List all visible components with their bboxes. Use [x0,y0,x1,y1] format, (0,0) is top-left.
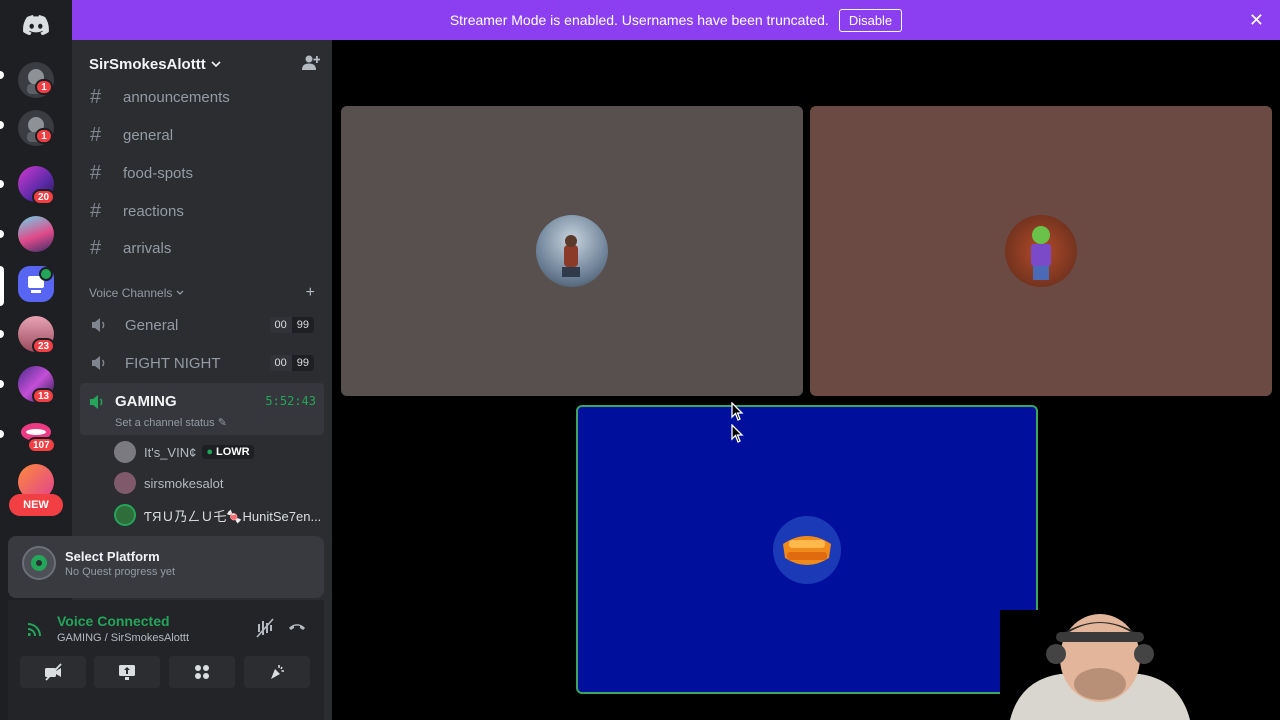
quest-panel[interactable]: Select Platform No Quest progress yet [8,536,324,598]
voice-member[interactable]: sirsmokesalot [114,469,223,497]
avatar [114,441,136,463]
activities-button[interactable] [169,656,235,688]
voice-channel-label: FIGHT NIGHT [125,354,221,372]
disable-streamer-mode-button[interactable]: Disable [838,8,903,32]
unread-dot [0,380,4,388]
disconnect-icon[interactable] [288,620,306,638]
hash-icon: # [90,199,102,222]
discord-home-icon[interactable] [17,6,55,44]
mouse-cursor-icon [731,402,744,421]
hash-icon: # [90,161,102,184]
mention-badge: 23 [32,338,56,354]
voice-channel-gaming[interactable]: GAMING 5:52:43 Set a channel status ✎ [80,383,324,435]
member-tag: ● LOWR [202,445,254,459]
unread-dot [0,430,4,438]
voice-member[interactable]: It's_VIN¢ ● LOWR [114,438,254,466]
new-servers-pill[interactable]: NEW [9,494,63,516]
speaker-icon [88,393,106,416]
unread-dot [0,330,4,338]
channel-announcements[interactable]: # announcements [80,80,324,114]
quest-icon [22,546,56,580]
camera-button[interactable] [20,656,86,688]
hash-icon: # [90,236,102,259]
soundboard-button[interactable] [244,656,310,688]
channel-label: food-spots [123,164,194,182]
add-member-icon[interactable] [302,54,321,77]
voice-connected-panel: Voice Connected GAMING / SirSmokesAlottt [8,600,324,720]
unread-dot [0,230,4,238]
member-name: It's_VIN¢ [144,444,197,460]
voice-connected-title[interactable]: Voice Connected [57,613,170,629]
channel-label: arrivals [123,239,172,257]
channel-reactions[interactable]: # reactions [80,194,324,228]
speaker-icon [90,316,112,334]
pencil-icon: ✎ [217,417,227,429]
voice-member[interactable]: ƬЯＵ乃ㄥＵ乇🍬HunitSe7en... [114,501,321,529]
camera-off-icon [45,663,62,681]
speaker-icon [90,354,112,372]
screen-share-icon [119,665,135,680]
activities-icon [195,665,209,679]
soundboard-icon [271,665,284,679]
share-screen-button[interactable] [94,656,160,688]
mouse-cursor-icon [731,424,744,443]
avatar [536,215,608,287]
voice-active-icon [39,267,53,281]
tag-icon: ● [206,446,213,458]
avatar [114,472,136,494]
hash-icon: # [90,85,102,108]
noise-suppression-icon[interactable] [256,618,274,643]
unread-dot [0,71,4,79]
mention-badge: 107 [27,437,56,453]
voice-category-header[interactable]: Voice Channels [89,286,184,300]
voice-channel-general[interactable]: General 00 99 [80,308,324,342]
member-name: sirsmokesalot [144,475,224,491]
mention-badge: 13 [32,388,56,404]
mention-badge: 1 [35,79,53,95]
hash-icon: # [90,123,102,146]
voice-channel-label: GAMING [115,393,177,410]
unread-dot [0,121,4,129]
participant-tile[interactable] [341,106,803,396]
participant-tile-speaking[interactable] [576,405,1038,694]
create-channel-icon[interactable]: + [306,284,315,302]
banner-message: Streamer Mode is enabled. Usernames have… [449,12,829,28]
webcam-overlay [1000,610,1200,720]
signal-icon[interactable] [26,620,44,643]
channel-label: announcements [123,88,230,106]
member-name: ƬЯＵ乃ㄥＵ乇🍬HunitSe7en... [144,508,322,524]
close-icon[interactable]: ✕ [1249,10,1264,31]
channel-label: reactions [123,202,184,220]
channel-label: general [123,126,174,144]
voice-channel-fight-night[interactable]: FIGHT NIGHT 00 99 [80,346,324,380]
streamer-mode-banner: Streamer Mode is enabled. Usernames have… [72,0,1280,40]
call-timer: 5:52:43 [265,394,316,408]
mention-badge: 1 [35,128,53,144]
avatar [771,513,843,586]
quest-subtitle: No Quest progress yet [65,566,176,578]
channel-status[interactable]: Set a channel status ✎ [115,416,227,429]
voice-connected-subtitle[interactable]: GAMING / SirSmokesAlottt [57,632,189,644]
avatar [1005,215,1077,287]
channel-food-spots[interactable]: # food-spots [80,156,324,190]
channel-arrivals[interactable]: # arrivals [80,231,324,265]
quest-title: Select Platform [65,549,160,564]
chevron-down-icon [211,61,221,68]
voice-channel-label: General [125,316,179,334]
user-limit-counter: 00 99 [269,355,314,371]
channel-general[interactable]: # general [80,118,324,152]
server-icon-4[interactable] [18,216,54,252]
selected-server-indicator [0,266,4,306]
mention-badge: 20 [32,189,56,205]
chevron-down-icon [176,290,184,295]
server-name: SirSmokesAlottt [89,55,206,73]
unread-dot [0,180,4,188]
category-label: Voice Channels [89,286,173,300]
user-limit-counter: 00 99 [269,317,314,333]
avatar [114,504,136,526]
participant-tile[interactable] [810,106,1272,396]
